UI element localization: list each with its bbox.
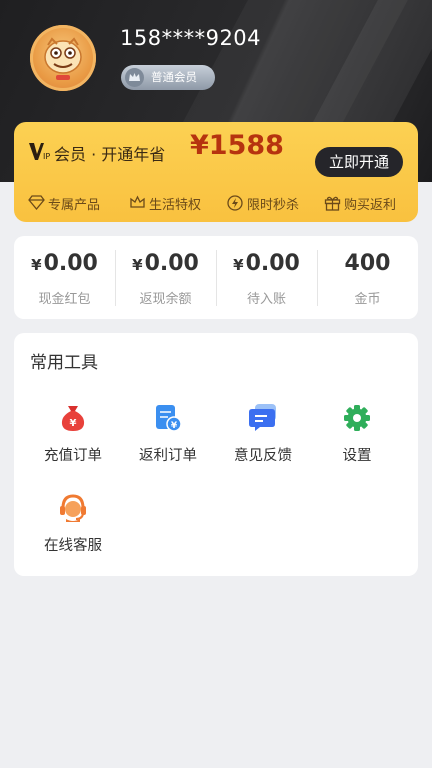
diamond-icon bbox=[28, 195, 45, 210]
customer-service-icon bbox=[60, 494, 86, 522]
svg-text:¥: ¥ bbox=[171, 421, 178, 431]
avatar-mascot-icon bbox=[44, 37, 82, 80]
tool-feedback[interactable]: 意见反馈 bbox=[220, 403, 306, 473]
tool-label: 返利订单 bbox=[139, 448, 197, 464]
stat-value: 0.00 bbox=[245, 251, 300, 276]
tool-label: 在线客服 bbox=[44, 538, 102, 554]
perk-label: 购买返利 bbox=[344, 198, 397, 213]
vip-title: 会员 · 开通年省 bbox=[54, 145, 166, 164]
common-tools-card: 常用工具 ¥ 充值订单 ¥ 返利订单 意见反馈 设置 在线客服 bbox=[14, 333, 418, 576]
feedback-icon bbox=[249, 404, 276, 431]
tool-label: 意见反馈 bbox=[234, 448, 292, 464]
tools-title: 常用工具 bbox=[30, 353, 98, 373]
stat-value: 0.00 bbox=[144, 251, 199, 276]
perk-label: 专属产品 bbox=[48, 198, 101, 213]
currency-symbol: ¥ bbox=[233, 256, 244, 274]
stat-value: 400 bbox=[344, 251, 391, 276]
tool-label: 设置 bbox=[342, 448, 372, 464]
svg-text:IP: IP bbox=[43, 152, 50, 161]
stat-label: 返现余额 bbox=[139, 292, 192, 307]
member-level-badge: 普通会员 bbox=[121, 65, 215, 90]
crown-icon bbox=[125, 68, 144, 87]
currency-symbol: ¥ bbox=[132, 256, 143, 274]
stat-cash-red-packet[interactable]: ¥0.00 现金红包 bbox=[14, 236, 115, 319]
member-level-label: 普通会员 bbox=[151, 70, 197, 84]
perk-label: 生活特权 bbox=[149, 198, 202, 213]
tool-online-support[interactable]: 在线客服 bbox=[30, 493, 116, 563]
wallet-stats-card: ¥0.00 现金红包 ¥0.00 返现余额 ¥0.00 待入账 400 金币 bbox=[14, 236, 418, 319]
user-phone: 158****9204 bbox=[120, 26, 262, 50]
lightning-icon bbox=[227, 195, 243, 211]
avatar[interactable] bbox=[30, 25, 96, 91]
money-bag-icon: ¥ bbox=[61, 406, 85, 431]
vip-card[interactable]: IP 会员 · 开通年省 ¥1588 立即开通 专属产品 生活特权 限时秒杀 购… bbox=[14, 122, 418, 222]
stat-label: 现金红包 bbox=[38, 292, 91, 307]
vip-price: ¥1588 bbox=[190, 130, 284, 161]
tool-rebate-orders[interactable]: ¥ 返利订单 bbox=[125, 403, 211, 473]
gear-icon bbox=[344, 405, 370, 431]
stat-pending[interactable]: ¥0.00 待入账 bbox=[216, 236, 317, 319]
stat-label: 金币 bbox=[354, 292, 381, 307]
currency-symbol: ¥ bbox=[31, 256, 42, 274]
stat-gold-coins[interactable]: 400 金币 bbox=[317, 236, 418, 319]
crown-outline-icon bbox=[130, 195, 145, 208]
rebate-order-icon: ¥ bbox=[156, 405, 182, 432]
open-vip-button[interactable]: 立即开通 bbox=[315, 147, 403, 177]
vip-icon: IP bbox=[29, 143, 50, 161]
stat-cashback-balance[interactable]: ¥0.00 返现余额 bbox=[115, 236, 216, 319]
tool-settings[interactable]: 设置 bbox=[314, 403, 400, 473]
gift-icon bbox=[324, 196, 341, 211]
tool-recharge-orders[interactable]: ¥ 充值订单 bbox=[30, 403, 116, 473]
stat-label: 待入账 bbox=[246, 292, 286, 307]
tool-label: 充值订单 bbox=[44, 448, 102, 464]
svg-text:¥: ¥ bbox=[70, 418, 77, 429]
perk-label: 限时秒杀 bbox=[247, 198, 300, 213]
stat-value: 0.00 bbox=[43, 251, 98, 276]
